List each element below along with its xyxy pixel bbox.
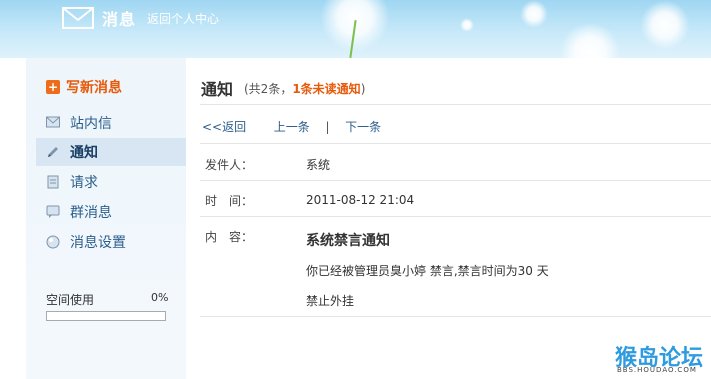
sidebar-item-inbox[interactable]: 站内信 — [36, 109, 186, 137]
back-link[interactable]: <<返回 — [202, 120, 246, 134]
divider — [200, 180, 711, 181]
sidebar-item-notice[interactable]: 通知 — [36, 138, 186, 166]
sidebar-item-label: 消息设置 — [70, 235, 126, 251]
prev-message-link[interactable]: 上一条 — [274, 120, 310, 134]
sender-label: 发件人： — [205, 158, 254, 172]
space-usage-label: 空间使用 — [46, 293, 95, 307]
divider — [200, 216, 711, 217]
notice-count-close: ) — [360, 82, 366, 96]
globe-icon — [46, 235, 60, 249]
sidebar-item-label: 请求 — [70, 175, 98, 191]
site-watermark-url: BBS.HOUDAO.COM — [617, 366, 697, 374]
notice-count: (共2条，1条未读通知) — [244, 80, 365, 97]
plus-icon: + — [46, 80, 60, 94]
space-usage-percent: 0% — [151, 291, 169, 304]
pencil-icon — [46, 145, 60, 159]
compose-message-button[interactable]: + 写新消息 — [46, 78, 122, 96]
dandelion-decoration — [520, 0, 548, 28]
sidebar-item-label: 群消息 — [70, 205, 112, 221]
sidebar-item-requests[interactable]: 请求 — [36, 168, 186, 196]
unread-count-text: 1条未读通知 — [292, 82, 361, 96]
time-label: 时 间： — [205, 194, 254, 208]
sidebar-item-label: 通知 — [70, 145, 98, 161]
message-body-line: 你已经被管理员臭小婷 禁言,禁言时间为30 天 — [306, 264, 549, 278]
notice-count-text: (共2条， — [244, 82, 293, 96]
next-message-link[interactable]: 下一条 — [345, 120, 381, 134]
dandelion-decoration — [460, 18, 474, 32]
message-navigation: <<返回 上一条 | 下一条 — [202, 118, 381, 135]
page-title: 通知 — [201, 80, 234, 99]
chat-icon — [46, 205, 60, 219]
sender-value: 系统 — [306, 158, 331, 172]
back-to-profile-link[interactable]: 返回个人中心 — [147, 10, 219, 27]
document-icon — [46, 175, 60, 189]
divider — [200, 143, 711, 144]
message-title: 系统禁言通知 — [306, 233, 390, 249]
compose-label: 写新消息 — [66, 80, 122, 96]
nav-separator: | — [325, 120, 330, 134]
page-header-title: 消息 — [102, 10, 137, 29]
dandelion-decoration — [640, 0, 690, 50]
time-value: 2011-08-12 21:04 — [306, 193, 415, 207]
mail-icon — [46, 116, 60, 130]
space-usage-bar — [46, 311, 166, 321]
header-banner: 消息 返回个人中心 — [0, 0, 711, 58]
sidebar: + 写新消息 站内信 通知 请求 群消息 消息设置 空间使用 0% — [26, 58, 186, 379]
sidebar-item-group-messages[interactable]: 群消息 — [36, 198, 186, 226]
divider — [200, 316, 711, 317]
sidebar-item-settings[interactable]: 消息设置 — [36, 228, 186, 256]
main-content: 通知 (共2条，1条未读通知) <<返回 上一条 | 下一条 发件人： 系统 时… — [186, 58, 711, 379]
sidebar-item-label: 站内信 — [70, 116, 112, 132]
divider — [200, 104, 711, 105]
message-body-line: 禁止外挂 — [306, 294, 355, 308]
content-label: 内 容： — [205, 230, 254, 244]
dandelion-decoration — [560, 22, 620, 58]
